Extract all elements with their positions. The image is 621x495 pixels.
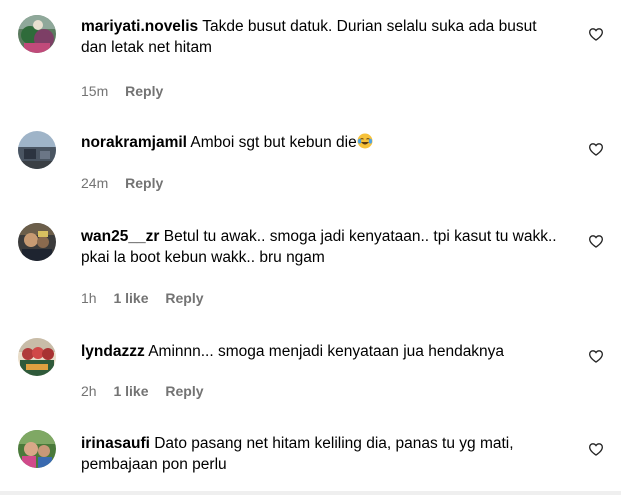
comment-body: norakramjamil Amboi sgt but kebun die	[81, 132, 561, 153]
comment-item: wan25__zr Betul tu awak.. smoga jadi ken…	[0, 202, 621, 317]
comment-username[interactable]: mariyati.novelis	[81, 18, 198, 35]
avatar[interactable]	[18, 15, 56, 53]
comment-item: irinasaufi Dato pasang net hitam kelilin…	[0, 410, 621, 495]
bottom-divider	[0, 491, 621, 495]
comment-meta: 15m Reply	[81, 83, 176, 99]
likes-count[interactable]: 1 like	[113, 290, 148, 306]
heart-outline-icon[interactable]	[588, 348, 604, 364]
comment-item: mariyati.novelis Takde busut datuk. Duri…	[0, 0, 621, 110]
comment-time: 15m	[81, 83, 109, 99]
avatar[interactable]	[18, 430, 56, 468]
comment-text: Aminnn... smoga menjadi kenyataan jua he…	[148, 343, 505, 360]
comment-item: norakramjamil Amboi sgt but kebun die 24…	[0, 110, 621, 202]
comment-body: lyndazzz Aminnn... smoga menjadi kenyata…	[81, 341, 561, 362]
comment-time: 24m	[81, 175, 109, 191]
comment-meta: 24m Reply	[81, 175, 176, 191]
reply-button[interactable]: Reply	[125, 175, 163, 191]
comment-text: Amboi sgt but kebun die	[190, 134, 357, 151]
comment-body: irinasaufi Dato pasang net hitam kelilin…	[81, 433, 561, 475]
avatar[interactable]	[18, 338, 56, 376]
comment-username[interactable]: lyndazzz	[81, 343, 145, 360]
heart-outline-icon[interactable]	[588, 441, 604, 457]
reply-button[interactable]: Reply	[125, 83, 163, 99]
avatar[interactable]	[18, 131, 56, 169]
comment-time: 1h	[81, 290, 97, 306]
heart-outline-icon[interactable]	[588, 141, 604, 157]
heart-outline-icon[interactable]	[588, 26, 604, 42]
avatar[interactable]	[18, 223, 56, 261]
comment-username[interactable]: irinasaufi	[81, 435, 150, 452]
reply-button[interactable]: Reply	[165, 290, 203, 306]
comment-item: lyndazzz Aminnn... smoga menjadi kenyata…	[0, 317, 621, 410]
comment-time: 2h	[81, 383, 97, 399]
likes-count[interactable]: 1 like	[113, 383, 148, 399]
comment-body: mariyati.novelis Takde busut datuk. Duri…	[81, 16, 561, 58]
reply-button[interactable]: Reply	[165, 383, 203, 399]
comment-username[interactable]: norakramjamil	[81, 134, 187, 151]
comment-meta: 2h 1 like Reply	[81, 383, 217, 399]
comment-username[interactable]: wan25__zr	[81, 228, 159, 245]
comment-meta: 1h 1 like Reply	[81, 290, 217, 306]
comment-body: wan25__zr Betul tu awak.. smoga jadi ken…	[81, 226, 561, 268]
face-with-tears-of-joy-icon	[357, 133, 373, 149]
heart-outline-icon[interactable]	[588, 233, 604, 249]
